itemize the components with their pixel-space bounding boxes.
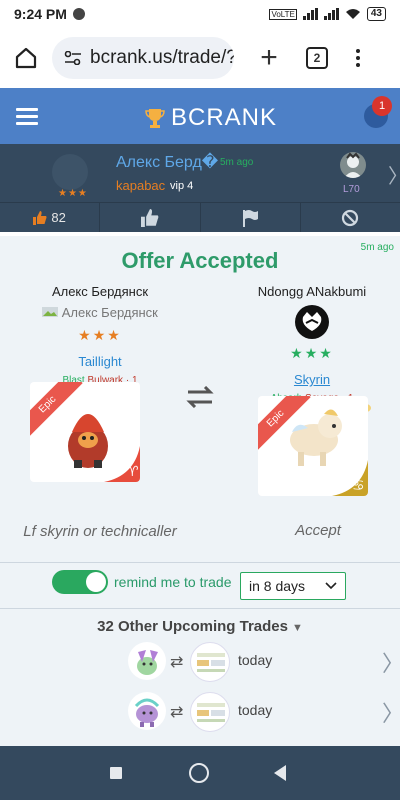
swap-arrows-icon: ⇄ (170, 704, 184, 721)
like-count-button[interactable]: 82 (0, 203, 101, 232)
upcoming-trades-header[interactable]: 32 Other Upcoming Trades ▼ (0, 618, 400, 635)
reminder-select[interactable]: in 8 days (240, 572, 346, 600)
recents-button[interactable] (110, 767, 122, 779)
new-tab-button[interactable]: + (254, 43, 284, 73)
signal-icon (302, 8, 318, 20)
poster-subtitle: kapabac (116, 178, 166, 193)
poster-stars: ★★★ (58, 188, 88, 199)
like-button[interactable] (100, 203, 201, 232)
site-header: BCRANK 1 (0, 88, 400, 144)
thumbs-up-icon (33, 210, 47, 225)
reminder-select-value: in 8 days (249, 578, 306, 594)
swap-arrows-icon (186, 386, 214, 408)
status-icons: VoLTE 43 (269, 7, 386, 21)
browser-toolbar: bcrank.us/trade/? + 2 (0, 28, 400, 88)
offer-title: Offer Accepted (121, 248, 279, 273)
flag-icon (243, 209, 259, 227)
battery-icon: 43 (366, 7, 386, 21)
block-button[interactable] (301, 203, 400, 232)
browser-menu-button[interactable] (356, 49, 360, 67)
right-user-name[interactable]: Ndongg ANakbumi (232, 284, 392, 299)
svg-text:♋: ♋ (352, 478, 365, 494)
reminder-label: remind me to trade (114, 574, 232, 590)
trade-screenshot-thumb (190, 692, 230, 732)
right-stars: ★★★ (290, 345, 334, 361)
brand-name: BCRANK (171, 104, 278, 131)
sync-icon (72, 8, 85, 20)
tab-switcher-button[interactable]: 2 (306, 47, 328, 69)
hamburger-menu-icon[interactable] (16, 108, 38, 125)
cancer-icon: ♋ (332, 460, 368, 496)
broken-image-icon (42, 307, 59, 317)
poster-vip: vip 4 (170, 180, 194, 192)
divider (0, 562, 400, 563)
poster-row[interactable]: ★★★ Алекс Берд� 5m ago kapabac vip 4 L70… (0, 144, 400, 202)
like-count: 82 (51, 210, 66, 225)
notification-badge: 1 (372, 96, 392, 116)
trade-screenshot-thumb (190, 642, 230, 682)
report-button[interactable] (201, 203, 301, 232)
home-icon (15, 47, 37, 69)
upcoming-trade-row[interactable]: ⇄ today 〉 (0, 688, 400, 734)
thumbs-up-icon (140, 208, 159, 227)
partner-avatar[interactable] (340, 152, 366, 178)
home-nav-button[interactable] (189, 763, 209, 783)
block-icon (342, 209, 359, 226)
aries-icon: ♈ (104, 446, 140, 482)
trade-monster-thumb (128, 642, 166, 680)
trade-when: today (238, 652, 273, 668)
poster-time: 5m ago (220, 157, 254, 168)
brand-logo[interactable]: BCRANK (145, 104, 277, 132)
left-monster-card[interactable]: Epic ♈ (30, 382, 140, 482)
address-bar[interactable]: bcrank.us/trade/? (52, 37, 234, 79)
right-trader: Ndongg ANakbumi ★★★ Skyrin Absorb Savage… (232, 284, 392, 404)
left-monster-name[interactable]: Taillight (20, 354, 180, 369)
action-row: 82 (0, 202, 400, 232)
right-monster-image (290, 409, 342, 466)
divider (0, 608, 400, 609)
poster-name[interactable]: Алекс Берд� (116, 152, 218, 172)
wifi-icon (345, 9, 360, 19)
left-user-avatar-alt: Алекс Бердянск (20, 305, 180, 321)
partner-level: L70 (343, 184, 360, 195)
right-user-avatar[interactable] (295, 305, 329, 339)
url-text: bcrank.us/trade/? (90, 47, 234, 68)
chevron-right-icon[interactable]: 〉 (382, 646, 400, 678)
left-user-name[interactable]: Алекс Бердянск (20, 284, 180, 299)
trade-monster-thumb (128, 692, 166, 730)
right-comment: Accept (295, 522, 341, 539)
reminder-control: remind me to trade (52, 570, 232, 594)
trade-when: today (238, 702, 273, 718)
status-bar: 9:24 PM VoLTE 43 (0, 0, 400, 28)
caret-down-icon: ▼ (292, 622, 303, 634)
left-comment: Lf skyrin or technicaller (23, 523, 177, 540)
left-stars: ★★★ (78, 327, 122, 343)
back-button[interactable] (274, 765, 286, 781)
offer-panel: 5m ago Offer Accepted Алекс Бердянск Але… (0, 236, 400, 746)
left-trader: Алекс Бердянск Алекс Бердянск ★★★ Tailli… (20, 284, 180, 386)
network-type-label: VoLTE (269, 8, 297, 20)
chevron-down-icon (325, 582, 337, 590)
swap-arrows-icon: ⇄ (170, 654, 184, 671)
trophy-icon (145, 109, 165, 128)
home-button[interactable] (8, 40, 44, 76)
status-time: 9:24 PM (14, 6, 67, 22)
system-nav-bar (0, 746, 400, 800)
svg-text:♈: ♈ (126, 464, 139, 480)
upcoming-trades-title: 32 Other Upcoming Trades (97, 618, 288, 635)
right-monster-card[interactable]: Epic ♋ (258, 396, 368, 496)
reminder-toggle[interactable] (52, 570, 108, 594)
right-monster-name[interactable]: Skyrin (232, 372, 392, 387)
site-settings-icon[interactable] (64, 51, 82, 65)
chevron-right-icon[interactable]: 〉 (382, 696, 400, 728)
upcoming-trade-row[interactable]: ⇄ today 〉 (0, 638, 400, 684)
signal-icon-2 (323, 8, 339, 20)
chevron-right-icon[interactable]: 〉 (388, 160, 400, 189)
poster-avatar (52, 154, 88, 190)
